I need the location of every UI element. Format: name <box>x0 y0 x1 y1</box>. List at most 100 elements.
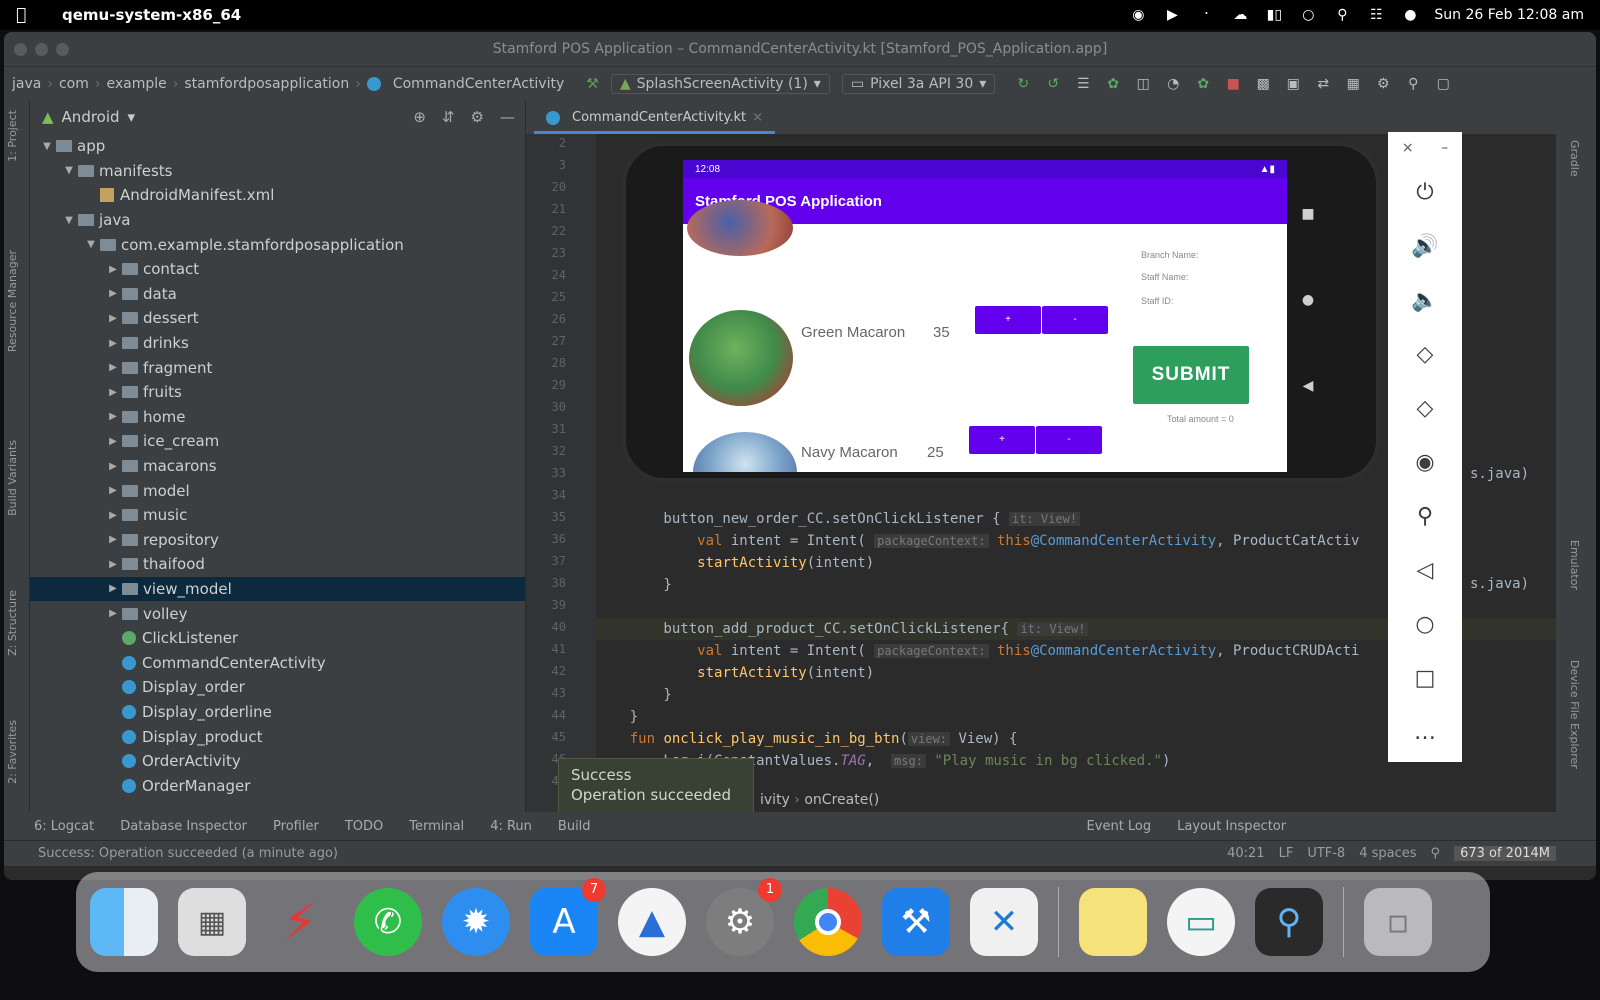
zoom-window-button[interactable] <box>56 42 69 56</box>
tool-todo[interactable]: TODO <box>345 819 383 834</box>
submit-button[interactable]: SUBMIT <box>1133 346 1249 404</box>
caret-position[interactable]: 40:21 <box>1227 846 1264 861</box>
tool-database-inspector[interactable]: Database Inspector <box>120 819 247 834</box>
device-select[interactable]: ▭ Pixel 3a API 30 ▾ <box>841 73 996 94</box>
close-window-button[interactable] <box>14 42 27 56</box>
editor-tab[interactable]: CommandCenterActivity.kt × <box>534 104 775 134</box>
expand-arrow-icon[interactable]: ▶ <box>104 559 122 570</box>
breadcrumb-example[interactable]: example <box>106 76 166 92</box>
rotate-left-icon[interactable]: ◇ <box>1409 338 1441 372</box>
breadcrumb-package[interactable]: stamfordposapplication <box>184 76 349 92</box>
battery-icon[interactable]: ▮▯ <box>1264 7 1284 23</box>
zoom-icon[interactable]: ⚲ <box>1409 500 1441 534</box>
wifi-icon[interactable]: ○ <box>1298 7 1318 23</box>
siri-icon[interactable]: ● <box>1400 7 1420 23</box>
clock[interactable]: Sun 26 Feb 12:08 am <box>1434 7 1584 23</box>
tool-run[interactable]: 4: Run <box>490 819 532 834</box>
tab-device-file-explorer[interactable]: Device File Explorer <box>1568 660 1581 769</box>
tree-item[interactable]: AndroidManifest.xml <box>30 183 525 208</box>
tree-item[interactable]: ▶ macarons <box>30 454 525 479</box>
camera-icon[interactable]: ◉ <box>1409 446 1441 480</box>
settings-icon[interactable]: ⚙ 1 <box>706 878 782 956</box>
indent[interactable]: 4 spaces <box>1359 846 1416 861</box>
tree-item[interactable]: Display_orderline <box>30 700 525 725</box>
tree-item[interactable]: ClickListener <box>30 626 525 651</box>
hide-icon[interactable]: — <box>500 108 515 126</box>
tree-item[interactable]: Display_product <box>30 724 525 749</box>
launchpad-icon[interactable]: ▦ <box>178 888 246 956</box>
tree-item[interactable]: ▶ repository <box>30 528 525 553</box>
tree-item[interactable]: ▶ music <box>30 503 525 528</box>
search-everywhere-icon[interactable]: ⚲ <box>1403 76 1423 92</box>
decrement-button[interactable]: - <box>1036 426 1102 454</box>
circle-icon[interactable]: ● <box>1302 292 1314 308</box>
expand-arrow-icon[interactable]: ▶ <box>104 534 122 545</box>
tree-item[interactable]: ▶ contact <box>30 257 525 282</box>
device-mirror-icon[interactable]: ▭ <box>1167 888 1235 956</box>
tab-emulator[interactable]: Emulator <box>1568 540 1581 590</box>
apply-changes-icon[interactable]: ↺ <box>1043 76 1063 92</box>
expand-arrow-icon[interactable]: ▶ <box>104 264 122 275</box>
hammer-icon[interactable]: ⚒ <box>586 76 599 92</box>
tree-item[interactable]: ▶ drinks <box>30 331 525 356</box>
finder-icon[interactable] <box>90 888 158 956</box>
tab-structure[interactable]: Z: Structure <box>6 590 19 656</box>
tab-build-variants[interactable]: Build Variants <box>6 440 19 516</box>
apple-icon[interactable]:  <box>16 6 34 24</box>
locate-icon[interactable]: ⊕ <box>413 108 426 126</box>
line-separator[interactable]: LF <box>1279 846 1294 861</box>
square-icon[interactable]: ■ <box>1301 206 1314 222</box>
tab-favorites[interactable]: 2: Favorites <box>6 720 19 784</box>
sdk-manager-icon[interactable]: ▣ <box>1283 76 1303 92</box>
tree-item[interactable]: ▶ data <box>30 282 525 307</box>
sync-icon[interactable]: ⇄ <box>1313 76 1333 92</box>
expand-arrow-icon[interactable]: ▶ <box>104 436 122 447</box>
tool-event-log[interactable]: Event Log <box>1087 819 1152 834</box>
expand-arrow-icon[interactable]: ▶ <box>104 510 122 521</box>
tool-terminal[interactable]: Terminal <box>409 819 464 834</box>
tree-item[interactable]: ▶ dessert <box>30 306 525 331</box>
bluetooth-icon[interactable]: ᛫ <box>1196 7 1216 23</box>
tree-item[interactable]: ▶ model <box>30 478 525 503</box>
code-breadcrumb-class[interactable]: ivity <box>760 792 790 808</box>
expand-arrow-icon[interactable]: ▶ <box>104 338 122 349</box>
more-icon[interactable]: … <box>1409 716 1441 750</box>
coverage-icon[interactable]: ◫ <box>1133 76 1153 92</box>
rerun-icon[interactable]: ↻ <box>1013 76 1033 92</box>
tool-logcat[interactable]: 6: Logcat <box>34 819 94 834</box>
back-icon[interactable]: ◁ <box>1409 554 1441 588</box>
tree-item[interactable]: ▶ fruits <box>30 380 525 405</box>
expand-arrow-icon[interactable]: ▼ <box>60 215 78 226</box>
avd-manager-icon[interactable]: ▦ <box>1343 76 1363 92</box>
tool-profiler[interactable]: Profiler <box>273 819 319 834</box>
close-tab-icon[interactable]: × <box>752 110 763 125</box>
tree-item[interactable]: ▶ thaifood <box>30 552 525 577</box>
active-app-name[interactable]: qemu-system-x86_64 <box>62 6 241 24</box>
expand-arrow-icon[interactable]: ▶ <box>104 583 122 594</box>
tree-item[interactable]: ▼ app <box>30 134 525 159</box>
rotate-right-icon[interactable]: ◇ <box>1409 392 1441 426</box>
tree-item[interactable]: OrderActivity <box>30 749 525 774</box>
xcode-icon[interactable]: ⚒ <box>882 888 950 956</box>
lightning-icon[interactable]: ⚡ <box>266 888 334 956</box>
notes-icon[interactable] <box>1079 888 1147 956</box>
memory-indicator[interactable]: 673 of 2014M <box>1454 846 1556 861</box>
tree-item[interactable]: CommandCenterActivity <box>30 650 525 675</box>
breadcrumb-java[interactable]: java <box>12 76 41 92</box>
search-icon[interactable]: ⚲ <box>1332 7 1352 23</box>
overview-icon[interactable]: □ <box>1409 662 1441 696</box>
expand-arrow-icon[interactable]: ▶ <box>104 411 122 422</box>
tree-item[interactable]: ▼ com.example.stamfordposapplication <box>30 232 525 257</box>
tool-layout-inspector[interactable]: Layout Inspector <box>1177 819 1286 834</box>
lock-icon[interactable]: ⚲ <box>1431 846 1441 861</box>
assistant-icon[interactable]: ⚙ <box>1373 76 1393 92</box>
settings-icon[interactable]: ⚙ <box>471 108 484 126</box>
tree-item[interactable]: ▶ ice_cream <box>30 429 525 454</box>
expand-arrow-icon[interactable]: ▼ <box>60 165 78 176</box>
tree-item[interactable]: ▼ java <box>30 208 525 233</box>
power-icon[interactable]: ⏻ <box>1409 176 1441 210</box>
breadcrumb-class[interactable]: CommandCenterActivity <box>393 76 564 92</box>
tab-project[interactable]: 1: Project <box>6 110 19 162</box>
control-center-icon[interactable]: ☷ <box>1366 7 1386 23</box>
expand-arrow-icon[interactable]: ▶ <box>104 485 122 496</box>
